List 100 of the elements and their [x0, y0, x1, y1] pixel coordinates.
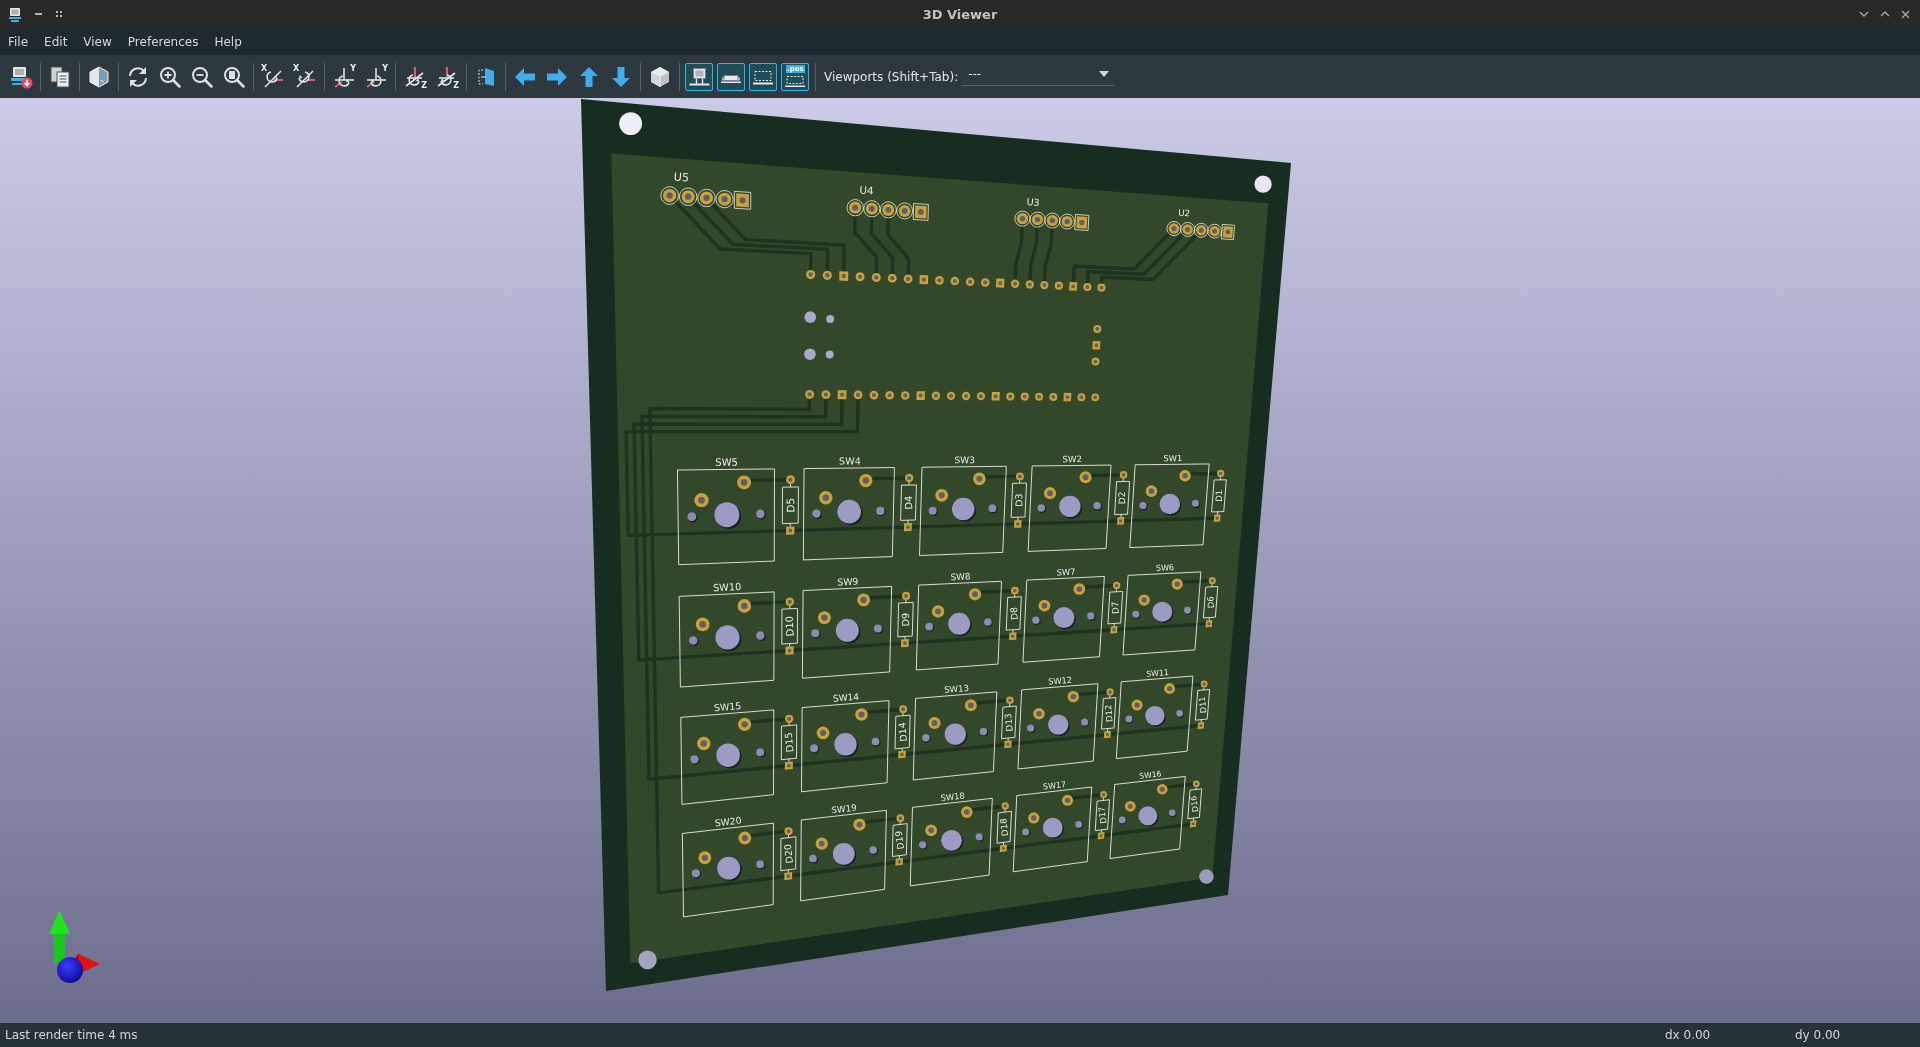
component-label: SW5: [715, 456, 739, 468]
component-label: SW2: [1062, 454, 1083, 465]
rotate-button[interactable]: X: [259, 62, 287, 91]
rotate-button[interactable]: Z: [401, 62, 429, 91]
diode-footprint: [1005, 586, 1022, 641]
toggle-button[interactable]: [717, 62, 745, 91]
diode-footprint: [780, 827, 797, 881]
component-label: D13: [1003, 712, 1015, 732]
diode-footprint: [1195, 680, 1211, 730]
diode-footprint: [1001, 696, 1017, 749]
diode-footprint: [891, 814, 908, 866]
component-label: D12: [1102, 704, 1115, 723]
diode-footprint: [1114, 471, 1131, 525]
component-label: D20: [781, 843, 796, 865]
component-label: SW13: [943, 682, 970, 695]
component-label: U3: [1026, 196, 1040, 208]
diode-footprint: [1010, 472, 1027, 528]
component-label: SW17: [1042, 780, 1067, 792]
zoom-in-icon: [158, 64, 182, 89]
diode-footprint: [781, 597, 799, 655]
component-label: D15: [782, 731, 796, 753]
diode-footprint: [1107, 581, 1124, 634]
drill-hole: [825, 350, 834, 359]
diode-footprint: [781, 475, 799, 535]
component-label: D10: [783, 615, 796, 637]
component-label: D3: [1013, 493, 1025, 507]
component-label: SW7: [1056, 566, 1076, 578]
menu-item[interactable]: File: [0, 31, 37, 52]
rotate-button[interactable]: Y: [362, 62, 390, 91]
app-icon: [9, 6, 21, 22]
half-cube-icon: [87, 64, 111, 89]
pad-row: [1091, 324, 1102, 366]
component-label: SW19: [830, 802, 858, 816]
component-label: SW3: [954, 455, 976, 466]
window-title: 3D Viewer: [922, 6, 998, 22]
drill-hole: [826, 315, 835, 324]
component-label: U2: [1177, 207, 1191, 219]
rotate-button[interactable]: Z: [433, 62, 461, 91]
chevron-up-icon[interactable]: [1880, 11, 1890, 17]
component-label: D11: [1196, 696, 1209, 714]
mounting-hole: [638, 950, 657, 970]
component-label: D18: [998, 817, 1011, 837]
component-label: D9: [899, 612, 912, 627]
mounting-hole: [619, 112, 643, 136]
component-label: D19: [893, 830, 906, 850]
dx-readout: dx 0.00: [1665, 1028, 1711, 1042]
component-label: D14: [896, 722, 909, 743]
render-time-text: Last render time 4 ms: [5, 1028, 138, 1042]
component-label: SW9: [837, 575, 859, 588]
menu-item[interactable]: Help: [206, 31, 250, 52]
component-icon: [688, 67, 710, 86]
component-label: D6: [1205, 596, 1216, 609]
viewports-dropdown[interactable]: ---: [961, 67, 1116, 86]
drill-hole: [804, 311, 817, 323]
refresh-icon: [126, 64, 150, 89]
component-label: D7: [1109, 601, 1121, 615]
component-label: U4: [859, 183, 874, 197]
close-icon[interactable]: [1901, 9, 1910, 19]
component-label: SW10: [712, 580, 742, 594]
diode-footprint: [900, 473, 917, 532]
component-label: D1: [1213, 489, 1225, 502]
chip-icon: [721, 74, 741, 84]
diode-footprint: [1211, 469, 1227, 522]
rotate-button[interactable]: Y: [330, 62, 358, 91]
dashed-rectangle-icon: [753, 71, 773, 85]
rotate-button[interactable]: X: [291, 62, 319, 91]
toggle-button[interactable]: [749, 62, 777, 91]
diode-footprint: [1202, 577, 1219, 628]
zoom-out-icon: [190, 64, 214, 89]
component-label: SW4: [839, 455, 861, 467]
header-pads: [1166, 221, 1235, 241]
dashed-rectangle-icon: [785, 75, 805, 88]
diode-footprint: [780, 714, 798, 770]
component-label: SW18: [940, 790, 966, 803]
diode-footprint: [1101, 688, 1117, 739]
component-label: SW14: [832, 691, 860, 704]
dots-icon[interactable]: [56, 11, 62, 17]
component-label: D2: [1116, 491, 1128, 505]
mounting-hole: [1254, 175, 1272, 193]
component-label: SW6: [1155, 563, 1175, 573]
chevron-down-icon[interactable]: [1859, 11, 1869, 17]
component-label: D5: [784, 497, 797, 513]
cube-icon: [648, 64, 672, 89]
component-label: SW15: [713, 700, 742, 714]
component-label: D16: [1189, 795, 1201, 813]
component-label: D8: [1007, 606, 1020, 621]
diode-footprint: [1187, 780, 1203, 828]
component-label: SW20: [714, 814, 742, 829]
component-label: SW12: [1047, 674, 1073, 687]
diode-footprint: [897, 591, 914, 648]
copy-icon: [48, 64, 72, 89]
drill-hole: [804, 348, 816, 360]
menu-item[interactable]: View: [75, 31, 120, 52]
menu-item[interactable]: Preferences: [119, 31, 207, 52]
component-label: SW8: [950, 571, 971, 583]
caret-icon: [1099, 71, 1110, 77]
zoom-fit-icon: [222, 64, 246, 89]
menu-item[interactable]: Edit: [36, 31, 76, 52]
toggle-button[interactable]: [685, 62, 713, 91]
viewports-label: Viewports (Shift+Tab):: [824, 69, 959, 84]
